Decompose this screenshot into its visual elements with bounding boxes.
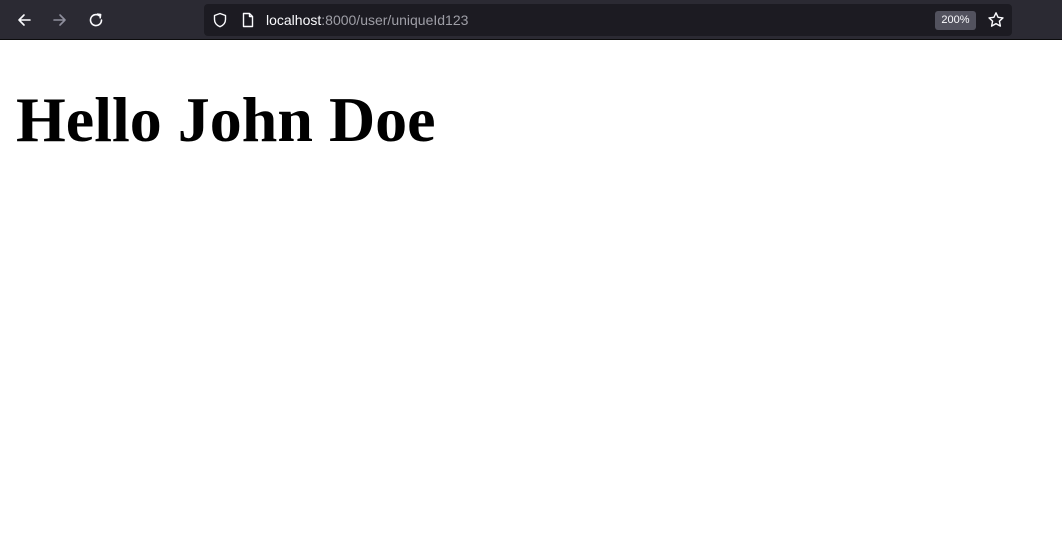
shield-icon[interactable] [212,12,228,28]
page-content: Hello John Doe [0,41,1062,537]
page-heading: Hello John Doe [16,84,436,155]
star-icon [988,12,1004,27]
reload-button[interactable] [82,6,110,34]
reload-icon [89,13,103,27]
url-host: localhost [266,12,322,28]
document-icon[interactable] [240,12,256,28]
arrow-right-icon [53,14,66,26]
url-text[interactable]: localhost:8000/user/uniqueId123 [266,4,468,36]
browser-toolbar: localhost:8000/user/uniqueId123 200% [0,0,1062,40]
address-bar[interactable]: localhost:8000/user/uniqueId123 200% [204,4,1012,36]
back-button[interactable] [10,6,38,34]
url-path: :8000/user/uniqueId123 [321,12,469,28]
bookmark-button[interactable] [986,10,1006,30]
forward-button[interactable] [46,6,74,34]
arrow-left-icon [18,14,31,26]
zoom-level-button[interactable]: 200% [935,11,976,30]
